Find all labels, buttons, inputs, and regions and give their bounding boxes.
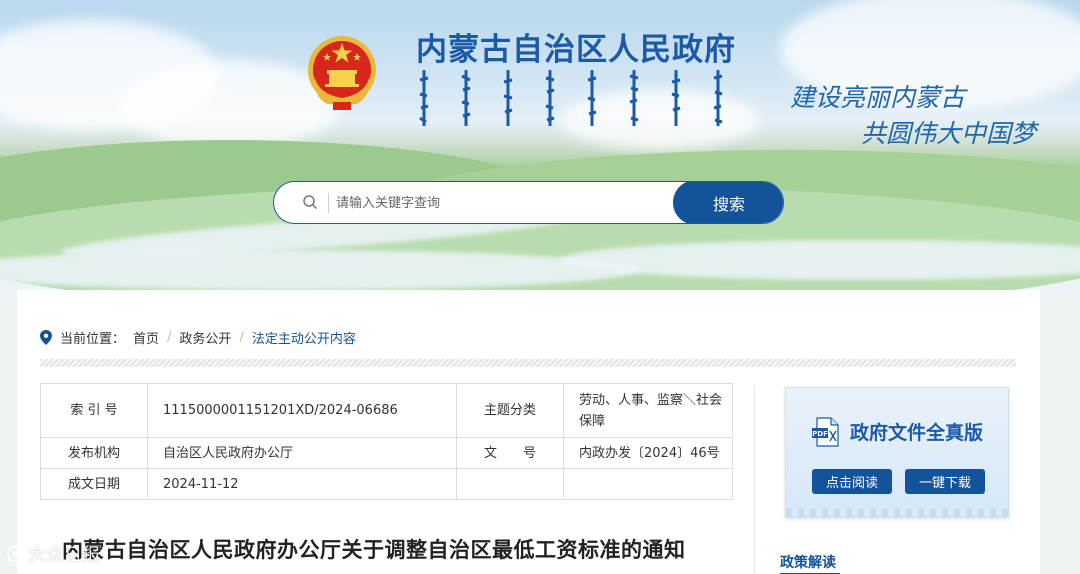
breadcrumb-separator: / xyxy=(167,330,172,345)
issuer-label: 发布机构 xyxy=(40,437,148,469)
issuer-value: 自治区人民政府办公厅 xyxy=(147,437,457,469)
search-icon[interactable] xyxy=(302,194,318,210)
slogan-line-2: 共圆伟大中国梦 xyxy=(860,119,1036,148)
watermark-logo-icon xyxy=(6,545,24,563)
policy-interpretation-heading[interactable]: 政策解读 xyxy=(780,552,836,572)
card-pattern-border xyxy=(786,509,1008,517)
column-divider xyxy=(754,386,755,574)
breadcrumb-separator: / xyxy=(239,330,244,345)
header-banner: 内蒙古自治区人民政府 建设亮丽内蒙古 共圆伟大中国梦 搜索 xyxy=(0,0,1080,290)
content-panel: 当前位置： 首页 / 政务公开 / 法定主动公开内容 索 引 号 1115000… xyxy=(17,290,1040,574)
doc-number-label: 文 号 xyxy=(456,437,564,469)
index-label: 索 引 号 xyxy=(40,383,148,438)
table-row: 发布机构 自治区人民政府办公厅 文 号 内政办发〔2024〕46号 xyxy=(40,437,733,469)
breadcrumb-home[interactable]: 首页 xyxy=(133,328,159,347)
doc-number-value: 内政办发〔2024〕46号 xyxy=(563,437,733,469)
divider-stripe xyxy=(40,359,1016,367)
watermark: 大众日报 xyxy=(6,541,100,567)
empty-cell xyxy=(456,468,564,500)
breadcrumb-gov-affairs[interactable]: 政务公开 xyxy=(179,328,231,347)
slogan-line-1: 建设亮丽内蒙古 xyxy=(790,83,966,112)
search-divider xyxy=(328,193,329,213)
table-row: 索 引 号 1115000001151201XD/2024-06686 主题分类… xyxy=(40,383,733,438)
watermark-text: 大众日报 xyxy=(28,545,100,566)
search-bar: 搜索 xyxy=(273,181,784,224)
mongolian-glyph xyxy=(671,70,681,126)
category-value: 劳动、人事、监察＼社会保障 xyxy=(563,383,733,438)
document-meta-table: 索 引 号 1115000001151201XD/2024-06686 主题分类… xyxy=(40,383,733,500)
table-row: 成文日期 2024-11-12 xyxy=(40,468,733,500)
breadcrumb-label: 当前位置： xyxy=(60,332,126,347)
site-title: 内蒙古自治区人民政府 xyxy=(416,32,736,68)
mongolian-glyph xyxy=(587,70,597,126)
index-value: 1115000001151201XD/2024-06686 xyxy=(147,383,457,438)
pdf-icon: PDF xyxy=(812,417,839,447)
date-value: 2024-11-12 xyxy=(147,468,457,500)
empty-cell xyxy=(563,468,733,500)
read-button[interactable]: 点击阅读 xyxy=(812,469,892,494)
mongolian-glyph xyxy=(419,70,429,126)
category-label: 主题分类 xyxy=(456,383,564,438)
date-label: 成文日期 xyxy=(40,468,148,500)
breadcrumb: 当前位置： 首页 / 政务公开 / 法定主动公开内容 xyxy=(40,328,356,347)
search-input[interactable] xyxy=(336,190,666,216)
full-document-title: 政府文件全真版 xyxy=(850,422,984,444)
svg-text:PDF: PDF xyxy=(812,430,828,438)
mongolian-glyph xyxy=(461,70,471,126)
national-emblem-icon xyxy=(308,36,376,110)
breadcrumb-current[interactable]: 法定主动公开内容 xyxy=(252,328,356,347)
download-button[interactable]: 一键下载 xyxy=(905,469,985,494)
mongolian-glyph xyxy=(545,70,555,126)
full-document-card: PDF 政府文件全真版 点击阅读 一键下载 xyxy=(785,387,1009,518)
mongolian-glyph xyxy=(629,70,639,126)
mongolian-script-title xyxy=(418,68,724,128)
article-title: 内蒙古自治区人民政府办公厅关于调整自治区最低工资标准的通知 xyxy=(62,538,686,562)
mongolian-glyph xyxy=(713,70,723,126)
mongolian-glyph xyxy=(503,70,513,126)
search-button[interactable]: 搜索 xyxy=(673,182,783,223)
slogan: 建设亮丽内蒙古 共圆伟大中国梦 xyxy=(786,80,1036,152)
location-pin-icon xyxy=(40,330,52,345)
